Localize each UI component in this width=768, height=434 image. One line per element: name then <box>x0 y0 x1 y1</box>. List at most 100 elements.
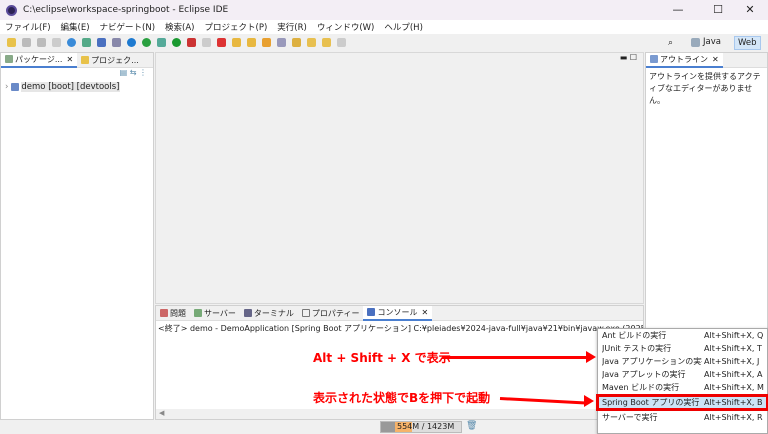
open-type-icon[interactable] <box>247 38 256 47</box>
minimize-button[interactable]: — <box>660 0 696 20</box>
terminate-icon[interactable] <box>217 38 226 47</box>
terminal-icon <box>243 309 252 317</box>
minimize-icon[interactable]: ▬ <box>620 53 628 62</box>
pin-icon[interactable] <box>337 38 346 47</box>
close-icon[interactable]: ✕ <box>66 55 73 64</box>
link-icon[interactable]: ⇆ <box>130 68 137 77</box>
menu-item-maven[interactable]: Maven ビルドの実行 Alt+Shift+X, M <box>598 381 767 394</box>
menu-item-shortcut: Alt+Shift+X, B <box>704 398 763 407</box>
run-icon[interactable] <box>172 38 181 47</box>
debug-icon[interactable] <box>157 38 166 47</box>
package-icon <box>5 55 13 63</box>
menu-help[interactable]: ヘルプ(H) <box>384 21 423 33</box>
search-icon[interactable]: ⌕ <box>668 38 677 48</box>
tab-label: プロジェク... <box>91 55 139 65</box>
menu-item-java-applet[interactable]: Java アプレットの実行 Alt+Shift+X, A <box>598 368 767 381</box>
problems-icon <box>160 309 168 317</box>
project-icon <box>11 82 20 91</box>
menu-bar: ファイル(F) 編集(E) ナビゲート(N) 検索(A) プロジェクト(P) 実… <box>0 20 768 34</box>
boot-dashboard-icon[interactable] <box>142 38 151 47</box>
close-icon[interactable]: ✕ <box>712 55 719 64</box>
last-edit-icon[interactable] <box>292 38 301 47</box>
window-title: C:\eclipse\workspace-springboot - Eclips… <box>23 5 229 15</box>
tab-console[interactable]: コンソール ✕ <box>363 305 433 321</box>
menu-item-shortcut: Alt+Shift+X, R <box>704 413 763 422</box>
close-icon[interactable]: ✕ <box>421 308 428 317</box>
arrow-head-icon <box>584 395 594 407</box>
deploy-icon[interactable] <box>82 38 91 47</box>
perspective-web[interactable]: Web <box>734 36 761 50</box>
tab-outline[interactable]: アウトライン ✕ <box>646 52 723 68</box>
maximize-button[interactable]: ☐ <box>700 0 736 20</box>
tab-package-explorer[interactable]: パッケージ... ✕ <box>1 52 78 68</box>
properties-icon <box>301 309 310 317</box>
menu-run[interactable]: 実行(R) <box>277 21 307 33</box>
tree-item[interactable]: › demo [boot] [devtools] <box>1 80 153 93</box>
menu-item-ant[interactable]: Ant ビルドの実行 Alt+Shift+X, Q <box>598 329 767 342</box>
back-icon[interactable] <box>307 38 316 47</box>
tab-terminal[interactable]: ターミナル <box>240 306 298 321</box>
console-output: <終了> demo - DemoApplication [Spring Boot… <box>158 324 643 333</box>
menu-item-label: Maven ビルドの実行 <box>602 383 680 392</box>
save-all-icon[interactable] <box>37 38 46 47</box>
view-menu-icon[interactable]: ⋮ <box>139 68 147 77</box>
run-external-icon[interactable] <box>187 38 196 47</box>
menu-item-java-app[interactable]: Java アプリケーションの実行 Alt+Shift+X, J <box>598 355 767 368</box>
tab-label: 問題 <box>170 308 186 318</box>
menu-item-shortcut: Alt+Shift+X, J <box>704 357 760 366</box>
tab-properties[interactable]: プロパティー <box>298 306 364 321</box>
menu-edit[interactable]: 編集(E) <box>61 21 90 33</box>
package-explorer-panel: パッケージ... ✕ プロジェク... ▤ ⇆ ⋮ › demo [boot] [… <box>0 52 154 420</box>
horizontal-scrollbar[interactable]: ◀ <box>156 409 643 419</box>
menu-item-junit[interactable]: JUnit テストの実行 Alt+Shift+X, T <box>598 342 767 355</box>
tab-label: サーバー <box>204 308 236 318</box>
annotation-text-2: 表示された状態でBを押下で起動 <box>313 391 491 405</box>
menu-navigate[interactable]: ナビゲート(N) <box>100 21 156 33</box>
toolbar: ⌕ <box>0 34 768 51</box>
undo-icon[interactable] <box>52 38 61 47</box>
annotation-arrow-1 <box>442 356 588 359</box>
menu-window[interactable]: ウィンドウ(W) <box>317 21 375 33</box>
menu-item-server[interactable]: サーバーで実行 Alt+Shift+X, R <box>598 411 767 424</box>
console-icon <box>367 308 376 316</box>
garbage-collect-icon[interactable]: 🗑 <box>466 421 477 431</box>
perspective-web-label: Web <box>738 38 757 48</box>
open-folder-icon[interactable] <box>232 38 241 47</box>
tab-servers[interactable]: サーバー <box>190 306 240 321</box>
menu-item-label: Spring Boot アプリの実行 <box>602 398 700 407</box>
new-icon[interactable] <box>7 38 16 47</box>
save-icon[interactable] <box>22 38 31 47</box>
annotation-text-1: Alt + Shift + X で表示 <box>313 351 451 365</box>
globe-icon[interactable] <box>67 38 76 47</box>
tab-label: コンソール <box>377 307 418 317</box>
heap-label: 554M / 1423M <box>397 422 455 431</box>
tab-label: パッケージ... <box>15 54 63 64</box>
spring-icon[interactable] <box>127 38 136 47</box>
menu-item-spring-boot[interactable]: Spring Boot アプリの実行 Alt+Shift+X, B <box>596 394 768 411</box>
maximize-icon[interactable]: ☐ <box>630 53 637 62</box>
menu-file[interactable]: ファイル(F) <box>5 21 51 33</box>
outline-icon <box>650 55 658 63</box>
tab-problems[interactable]: 問題 <box>156 306 190 321</box>
menu-item-label: JUnit テストの実行 <box>602 344 672 353</box>
perspective-java[interactable]: Java <box>700 36 724 48</box>
menu-project[interactable]: プロジェクト(P) <box>205 21 268 33</box>
open-perspective-icon[interactable] <box>691 38 700 47</box>
menu-search[interactable]: 検索(A) <box>165 21 194 33</box>
tab-project-explorer[interactable]: プロジェク... <box>77 53 143 68</box>
editor-controls: ▬ ☐ <box>156 53 643 68</box>
skip-icon[interactable] <box>112 38 121 47</box>
servers-icon <box>194 309 202 317</box>
search-tool-icon[interactable] <box>262 38 271 47</box>
stop-icon[interactable] <box>202 38 211 47</box>
close-button[interactable]: ✕ <box>732 0 768 20</box>
chevron-right-icon[interactable]: › <box>5 82 8 92</box>
heap-status[interactable]: 554M / 1423M <box>380 421 462 433</box>
server-icon[interactable] <box>97 38 106 47</box>
menu-item-shortcut: Alt+Shift+X, M <box>704 383 764 392</box>
collapse-all-icon[interactable]: ▤ <box>120 68 128 77</box>
tab-label: プロパティー <box>311 308 360 318</box>
forward-icon[interactable] <box>322 38 331 47</box>
tab-label: ターミナル <box>253 308 294 318</box>
annotation-icon[interactable] <box>277 38 286 47</box>
